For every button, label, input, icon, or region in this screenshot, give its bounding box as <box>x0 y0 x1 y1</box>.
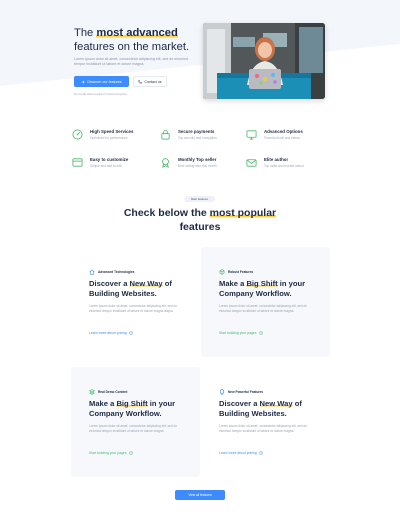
feature-subtitle: Best selling item this month <box>178 164 217 168</box>
monitor-icon <box>246 130 257 140</box>
view-all-features-button[interactable]: View all features <box>175 490 225 500</box>
feature-subtitle: Optimized for performance <box>90 136 128 140</box>
feature-item: Advanced Options Powerful tools and extr… <box>246 128 330 146</box>
woman-with-laptop-photo <box>203 23 325 99</box>
start-building-link[interactable]: Start building your pages <box>219 331 263 335</box>
box-icon <box>219 269 225 275</box>
lightbulb-icon <box>219 389 225 395</box>
arrow-circle-icon <box>258 451 263 455</box>
contact-us-button[interactable]: Contact us <box>133 76 167 87</box>
browser-window-icon <box>72 158 83 167</box>
card-title: Make a Big Shift in your Company Workflo… <box>219 279 306 298</box>
feature-card: Robust Features Make a Big Shift in your… <box>201 247 330 357</box>
hero-title-highlight: most advanced <box>96 27 178 39</box>
section-title: Check below the most popular features <box>123 207 277 233</box>
feature-title: High Speed Services <box>90 129 134 134</box>
mail-icon <box>246 159 257 167</box>
features-grid: High Speed Services Optimized for perfor… <box>72 128 332 174</box>
card-description: Lorem ipsum dolor sit amet, consectetur … <box>219 304 308 313</box>
card-title: Discover a New Way of Building Websites. <box>89 279 172 298</box>
feature-subtitle: Top rated and trusted author <box>264 164 305 168</box>
section-title-highlight: most popular <box>209 207 277 219</box>
card-title: Discover a New Way of Building Websites. <box>219 399 302 418</box>
section-pill: Main features <box>184 196 215 202</box>
arrow-circle-icon <box>128 331 133 335</box>
phone-icon <box>138 79 143 84</box>
layers-icon <box>89 389 95 395</box>
feature-title: Monthly Top seller <box>178 157 217 162</box>
feature-title: Elite author <box>264 157 289 162</box>
feature-subtitle: Powerful tools and extras <box>264 136 300 140</box>
feature-card: Advanced Technologies Discover a New Way… <box>71 247 200 357</box>
arrow-circle-icon <box>258 331 263 335</box>
award-icon <box>162 158 169 168</box>
hero-section <box>0 0 400 122</box>
feature-subtitle: Simple and fast to edit <box>90 164 122 168</box>
photo-illustration <box>203 23 325 99</box>
feature-title: Easy to customize <box>90 157 129 162</box>
feature-title: Advanced Options <box>264 129 303 134</box>
card-description: Lorem ipsum dolor sit amet, consectetur … <box>89 304 178 313</box>
start-building-link[interactable]: Start building your pages <box>89 451 133 455</box>
feature-item: Easy to customize Simple and fast to edi… <box>72 156 156 174</box>
feature-item: Elite author Top rated and trusted autho… <box>246 156 330 174</box>
card-description: Lorem ipsum dolor sit amet, consectetur … <box>89 424 178 433</box>
feature-card: Real Demo Content Make a Big Shift in yo… <box>71 367 200 477</box>
hero-title: The most advanced features on the market… <box>74 27 190 53</box>
card-tag: New Powerful Features <box>219 389 263 395</box>
learn-pricing-link[interactable]: Learn more about pricing <box>89 331 133 335</box>
arrow-circle-icon <box>128 451 133 455</box>
feature-subtitle: Top security and encryption <box>178 136 217 140</box>
hero-note: No credit card required. Cancel anytime. <box>74 92 128 96</box>
card-tag: Real Demo Content <box>89 389 127 395</box>
home-icon <box>89 269 95 275</box>
hero-description: Lorem ipsum dolor sit amet, consectetur … <box>74 57 188 66</box>
feature-item: Monthly Top seller Best selling item thi… <box>160 156 244 174</box>
learn-pricing-link[interactable]: Learn more about pricing <box>219 451 263 455</box>
card-description: Lorem ipsum dolor sit amet, consectetur … <box>219 424 308 433</box>
feature-item: High Speed Services Optimized for perfor… <box>72 128 156 146</box>
card-tag: Robust Features <box>219 269 253 275</box>
feature-title: Secure payments <box>178 129 215 134</box>
card-tag: Advanced Technologies <box>89 269 134 275</box>
feature-item: Secure payments Top security and encrypt… <box>160 128 244 146</box>
feature-card: New Powerful Features Discover a New Way… <box>201 367 330 477</box>
discover-features-button[interactable]: Discover our features <box>74 76 129 87</box>
speedometer-icon <box>72 129 83 140</box>
lock-icon <box>161 129 170 140</box>
arrow-right-icon <box>81 80 86 83</box>
card-title: Make a Big Shift in your Company Workflo… <box>89 399 176 418</box>
